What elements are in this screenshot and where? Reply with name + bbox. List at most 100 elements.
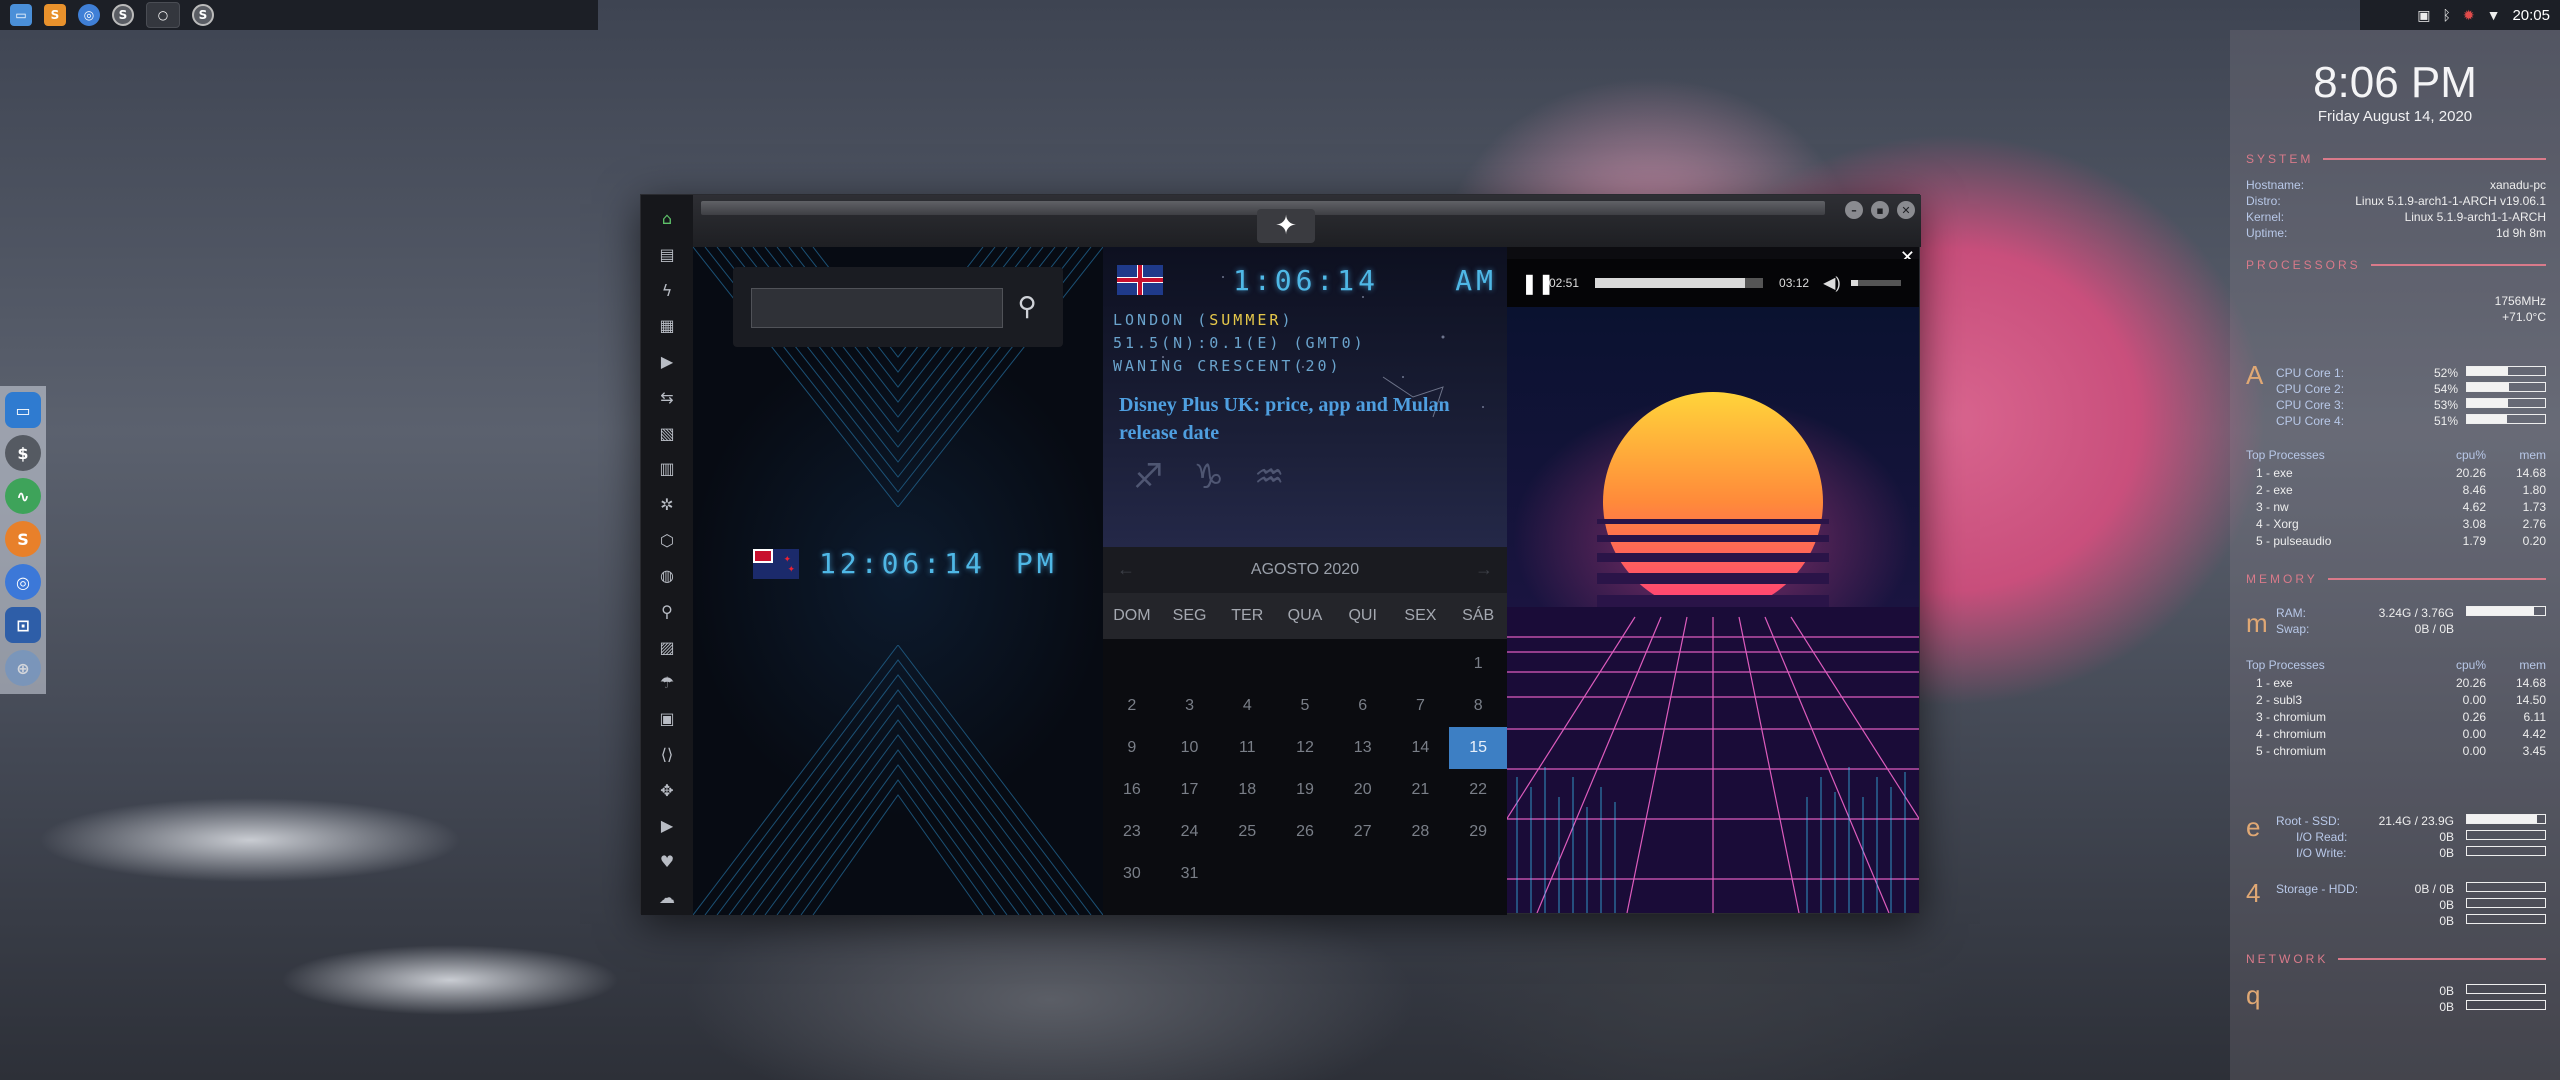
system-tray: ▣ ᛒ ✹ ▼ 20:05 [2360, 0, 2560, 30]
calendar-day[interactable]: 3 [1161, 685, 1219, 727]
flash-icon[interactable]: ϟ [649, 272, 685, 308]
home-icon[interactable]: ⌂ [649, 201, 685, 237]
calendar-day[interactable]: 27 [1334, 811, 1392, 853]
calendar-day[interactable]: 10 [1161, 727, 1219, 769]
titlebar[interactable]: ✦ – ▪ ✕ [693, 195, 1921, 247]
document-icon[interactable]: ▤ [649, 237, 685, 273]
calendar-day[interactable]: 1 [1449, 643, 1507, 685]
expand-icon[interactable]: ✥ [649, 772, 685, 808]
calendar-day[interactable]: 9 [1103, 727, 1161, 769]
contact-icon[interactable]: ▣ [649, 701, 685, 737]
calendar-day[interactable]: 31 [1161, 853, 1219, 895]
archive-icon[interactable]: ▦ [649, 308, 685, 344]
play-icon[interactable]: ▶ [649, 344, 685, 380]
calendar-header: ← AGOSTO 2020 → [1103, 547, 1507, 593]
dock: ▭ $ ∿ S ◎ ⊡ ⊕ [0, 386, 46, 694]
files-icon[interactable]: ▭ [10, 4, 32, 26]
heart-icon[interactable]: ♥ [649, 844, 685, 880]
terminal-icon[interactable]: ○ [146, 2, 180, 28]
elapsed-time: 02:51 [1549, 276, 1580, 290]
calendar-day[interactable]: 29 [1449, 811, 1507, 853]
calendar-day[interactable]: 17 [1161, 769, 1219, 811]
hdd-row: Storage - HDD: 0B / 0B [2276, 882, 2546, 896]
synthwave-video[interactable] [1507, 307, 1919, 913]
minimize-button[interactable]: – [1845, 201, 1863, 219]
sublime-icon[interactable]: S [44, 4, 66, 26]
activity-icon[interactable]: ∿ [5, 478, 41, 514]
globe-icon[interactable]: ◍ [649, 558, 685, 594]
calendar-day[interactable]: 26 [1276, 811, 1334, 853]
aperture-icon[interactable]: ✲ [649, 487, 685, 523]
volume-icon[interactable]: ◀) [1823, 273, 1841, 293]
seek-bar[interactable] [1595, 278, 1764, 288]
calendar-day[interactable]: 5 [1276, 685, 1334, 727]
calendar-day[interactable]: 18 [1218, 769, 1276, 811]
screenshot-icon[interactable]: ⊡ [5, 607, 41, 643]
umbrella-icon[interactable]: ☂ [649, 665, 685, 701]
money-icon[interactable]: $ [5, 435, 41, 471]
prev-month-button[interactable]: ← [1117, 559, 1135, 580]
map-icon[interactable]: ▨ [649, 629, 685, 665]
calendar-day[interactable]: 11 [1218, 727, 1276, 769]
maximize-button[interactable]: ▪ [1871, 201, 1889, 219]
io-read-row: I/O Read: 0B [2296, 830, 2546, 844]
cloud-icon[interactable]: ☁ [649, 879, 685, 915]
network-icon[interactable]: ⊕ [5, 650, 41, 686]
hexchat-icon[interactable]: S [112, 4, 134, 26]
screenshot-icon[interactable]: S [192, 4, 214, 26]
calendar-day[interactable]: 28 [1392, 811, 1450, 853]
search-icon[interactable]: ⚲ [1009, 289, 1045, 325]
calendar-day[interactable]: 16 [1103, 769, 1161, 811]
image-icon[interactable]: ▧ [649, 415, 685, 451]
net-down-row: 0B [2296, 984, 2546, 998]
hexagon-icon[interactable]: ⬡ [649, 522, 685, 558]
cpu-core-value: 53% [2433, 398, 2458, 412]
process-cpu: 1.79 [2462, 534, 2486, 548]
chromium-icon[interactable]: ◎ [78, 4, 100, 26]
search-icon[interactable]: ⚲ [649, 594, 685, 630]
wifi-icon[interactable]: ▼ [2487, 7, 2501, 23]
chromium-icon[interactable]: ◎ [5, 564, 41, 600]
calendar-day[interactable]: 14 [1392, 727, 1450, 769]
calendar-day[interactable]: 25 [1218, 811, 1276, 853]
calendar-day[interactable]: 7 [1392, 685, 1450, 727]
calendar-day[interactable]: 22 [1449, 769, 1507, 811]
calendar-day[interactable]: 6 [1334, 685, 1392, 727]
calendar-day[interactable]: 12 [1276, 727, 1334, 769]
nz-clock: ✦ ✦ 12:06:14 PM [753, 547, 1058, 580]
news-headline[interactable]: Disney Plus UK: price, app and Mulan rel… [1119, 391, 1459, 447]
calendar-day[interactable]: 4 [1218, 685, 1276, 727]
calendar-day[interactable]: 13 [1334, 727, 1392, 769]
youtube-icon[interactable]: ▶ [649, 808, 685, 844]
cpu-core-bar [2466, 382, 2546, 392]
calendar-day[interactable]: 19 [1276, 769, 1334, 811]
calendar-day[interactable]: 23 [1103, 811, 1161, 853]
calendar-day-today[interactable]: 15 [1449, 727, 1507, 769]
calendar-day[interactable]: 20 [1334, 769, 1392, 811]
news-icon[interactable]: ▥ [649, 451, 685, 487]
panel-clock[interactable]: 20:05 [2512, 7, 2550, 24]
network-glyph: q [2246, 980, 2261, 1010]
calendar-day[interactable]: 30 [1103, 853, 1161, 895]
calendar-day[interactable]: 2 [1103, 685, 1161, 727]
file-manager-icon[interactable]: ▭ [5, 392, 41, 428]
close-button[interactable]: ✕ [1897, 201, 1915, 219]
search-panel: ⚲ [733, 267, 1063, 347]
update-icon[interactable]: ✹ [2463, 7, 2475, 24]
code-icon[interactable]: ⟨⟩ [649, 737, 685, 773]
search-input[interactable] [751, 288, 1003, 328]
translate-icon[interactable]: ⇆ [649, 380, 685, 416]
calendar-day[interactable]: 8 [1449, 685, 1507, 727]
calendar-day[interactable]: 24 [1161, 811, 1219, 853]
coordinates-line: 51.5(N):0.1(E) (GMT0) [1113, 334, 1366, 352]
storage-glyph: e [2246, 812, 2261, 842]
next-month-button[interactable]: → [1475, 559, 1493, 580]
calendar-day[interactable]: 21 [1392, 769, 1450, 811]
window-controls: – ▪ ✕ [1845, 201, 1915, 219]
volume-slider[interactable] [1850, 280, 1901, 286]
bluetooth-icon[interactable]: ᛒ [2442, 7, 2450, 23]
sublime-icon[interactable]: S [5, 521, 41, 557]
weekday-label: QUA [1287, 607, 1323, 624]
image-icon[interactable]: ▣ [2417, 7, 2430, 24]
pause-icon[interactable]: ❚❚ [1521, 271, 1555, 296]
